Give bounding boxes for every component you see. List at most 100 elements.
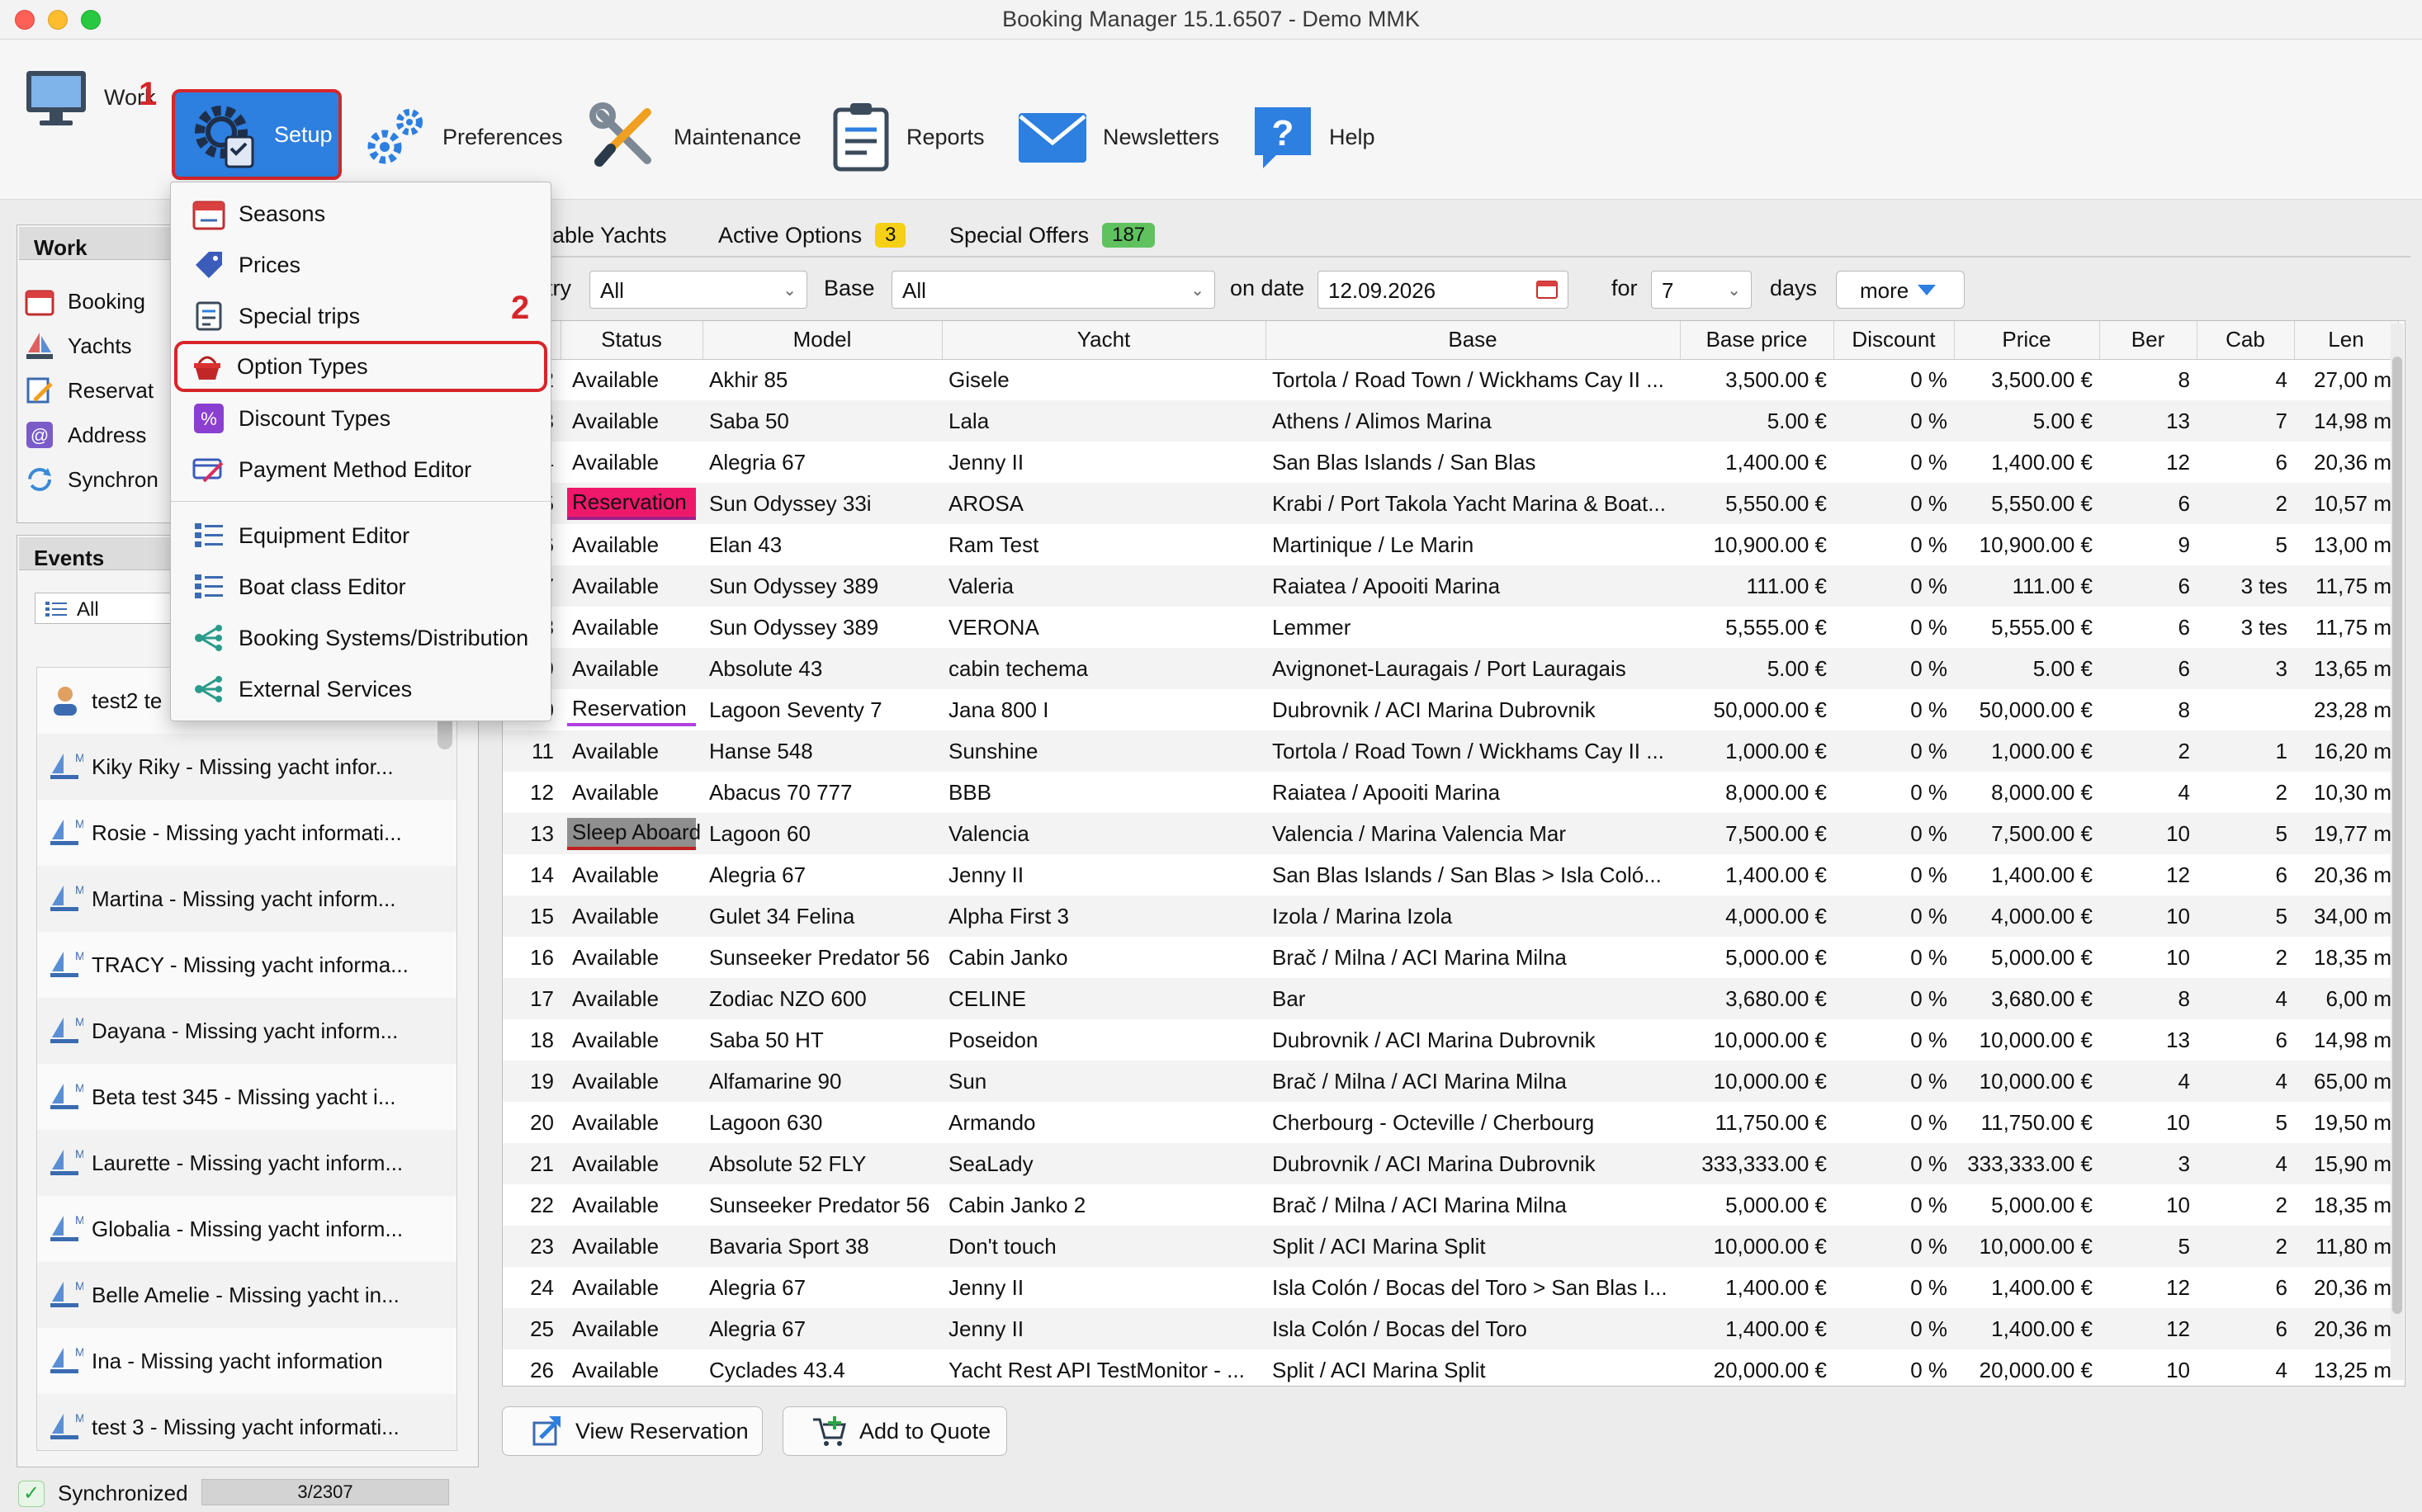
table-row[interactable]: 7AvailableSun Odyssey 389ValeriaRaiatea … [503,565,2398,607]
table-row[interactable]: 4AvailableAlegria 67Jenny IISan Blas Isl… [503,442,2398,483]
work-item-address[interactable]: @ Address [23,414,146,456]
event-item[interactable]: M TRACY - Missing yacht informa... [37,932,456,998]
toolbar-help-label: Help [1329,124,1375,149]
scrollbar-thumb[interactable] [2392,357,2402,1314]
table-row[interactable]: 26 Available Cyclades 43.4 Yacht Rest API T… [503,1349,2398,1386]
more-filters-button[interactable]: more [1836,271,1965,309]
menu-item-equipment-editor[interactable]: Equipment Editor [179,513,544,559]
view-reservation-button[interactable]: View Reservation [502,1406,763,1456]
event-item[interactable]: M Dayana - Missing yacht inform... [37,998,456,1064]
menu-item-booking-systems-distribution[interactable]: Booking Systems/Distribution [179,615,544,661]
table-row[interactable]: 25 Available Alegria 67 Jenny II Isla Colón … [503,1308,2398,1349]
column-header-length[interactable]: Len [2294,321,2399,360]
country-select[interactable]: All ⌄ [589,271,807,309]
menu-item-external-services[interactable]: External Services [179,666,544,712]
table-row[interactable]: 12 Available Abacus 70 777 BBB Raiatea / Apo… [503,772,2398,813]
table-row[interactable]: 22 Available Sunseeker Predator 56 Cabin Ja… [503,1184,2398,1226]
table-row[interactable]: 3AvailableSaba 50LalaAthens / Alimos Mar… [503,400,2398,442]
base-cell: Izola / Marina Izola [1265,895,1680,937]
events-filter-select[interactable]: All [35,593,175,624]
yachts-table[interactable]: Status Model Yacht Base Base price Disco… [502,320,2405,1387]
menu-item-seasons[interactable]: Seasons [179,191,544,237]
table-row[interactable]: 23 Available Bavaria Sport 38 Don't touch Sp… [503,1226,2398,1267]
status-value: Available [572,1068,660,1094]
cabins-cell: 7 [2197,400,2294,442]
status-value: Available [572,532,660,557]
days-select[interactable]: 7 ⌄ [1651,271,1752,309]
menu-item-payment-method-editor[interactable]: Payment Method Editor [179,447,544,493]
table-row[interactable]: 11 Available Hanse 548 Sunshine Tortola / Ro… [503,730,2398,772]
event-item[interactable]: M Rosie - Missing yacht informati... [37,800,456,866]
tab-active-options[interactable]: Active Options 3 [718,216,906,254]
berths-cell: 4 [2178,779,2190,805]
event-item[interactable]: M Beta test 345 - Missing yacht i... [37,1064,456,1130]
table-row[interactable]: 21 Available Absolute 52 FLY SeaLady Dubrovn… [503,1143,2398,1184]
menu-item-option-types[interactable]: Option Types [174,341,547,392]
model-cell: Alegria 67 [709,862,807,887]
table-row[interactable]: 18 Available Saba 50 HT Poseidon Dubrovnik /… [503,1019,2398,1061]
berths-cell: 2 [2099,730,2197,772]
column-header-base[interactable]: Base [1265,321,1681,360]
table-row[interactable]: 17 Available Zodiac NZO 600 CELINE Bar 3,680.… [503,978,2398,1019]
status-cell: Available [561,648,702,689]
add-to-quote-button[interactable]: Add to Quote [783,1406,1007,1456]
column-header-price[interactable]: Price [1954,321,2100,360]
column-header-base-price[interactable]: Base price [1680,321,1834,360]
column-header-yacht[interactable]: Yacht [942,321,1266,360]
event-item[interactable]: M Martina - Missing yacht inform... [37,866,456,932]
events-list[interactable]: test2 te M Kiky Riky - Missing yacht info… [36,667,457,1451]
menu-item-boat-class-editor[interactable]: Boat class Editor [179,564,544,610]
table-row[interactable]: 13 Sleep Aboard Lagoon 60 Valencia Valencia … [503,813,2398,854]
event-item[interactable]: M Belle Amelie - Missing yacht in... [37,1262,456,1328]
table-row[interactable]: 16 Available Sunseeker Predator 56 Cabin Ja… [503,937,2398,978]
toolbar-reports-button[interactable]: Reports [830,99,985,175]
model-cell: Hanse 548 [702,730,942,772]
event-item[interactable]: M Globalia - Missing yacht inform... [37,1196,456,1262]
toolbar-preferences-button[interactable]: Preferences [362,99,563,175]
work-item-booking[interactable]: Booking [23,281,145,322]
table-row[interactable]: 20 Available Lagoon 630 Armando Cherbourg - … [503,1102,2398,1143]
table-vertical-scrollbar[interactable] [2391,324,2404,1380]
column-header-status[interactable]: Status [561,321,703,360]
work-item-reservations[interactable]: Reservat [23,370,154,411]
calendar-picker-icon[interactable] [1536,278,1558,300]
table-row[interactable]: 19 Available Alfamarine 90 Sun Brač / Milna … [503,1061,2398,1102]
table-row[interactable]: 8AvailableSun Odyssey 389VERONALemmer5,5… [503,607,2398,648]
table-row[interactable]: 2AvailableAkhir 85GiseleTortola / Road T… [503,359,2398,400]
table-row[interactable]: 14 Available Alegria 67 Jenny II San Blas Is… [503,854,2398,895]
toolbar-maintenance-button[interactable]: Maintenance [589,99,802,175]
menu-item-prices[interactable]: Prices [179,242,544,288]
length-cell: 11,75 m [2315,614,2391,640]
table-row[interactable]: 15 Available Gulet 34 Felina Alpha First 3I… [503,895,2398,937]
work-item-synchronization[interactable]: Synchron [23,459,158,500]
table-row[interactable]: 9AvailableAbsolute 43cabin techemaAvigno… [503,648,2398,689]
base-price-cell: 10,000.00 € [1680,1226,1833,1267]
event-item[interactable]: M Kiky Riky - Missing yacht infor... [37,734,456,800]
table-row[interactable]: 6AvailableElan 43Ram TestMartinique / Le… [503,524,2398,565]
column-header-berths[interactable]: Ber [2099,321,2197,360]
base-price-cell: 333,333.00 € [1680,1143,1833,1184]
toolbar-help-button[interactable]: ? Help [1251,99,1375,175]
event-item[interactable]: M Laurette - Missing yacht inform... [37,1130,456,1196]
table-row[interactable]: 5ReservationSun Odyssey 33iAROSAKrabi / … [503,483,2398,524]
base-select[interactable]: All ⌄ [892,271,1215,309]
column-header-model[interactable]: Model [702,321,943,360]
date-input[interactable]: 12.09.2026 [1317,271,1568,309]
menu-item-special-trips[interactable]: Special trips [179,293,544,339]
menu-item-discount-types[interactable]: % Discount Types [179,395,544,442]
days-value: 7 [1662,278,1674,303]
event-label: Globalia - Missing yacht inform... [92,1216,404,1241]
event-item[interactable]: Mtest 3 - Missing yacht informati... [37,1394,456,1450]
column-header-discount[interactable]: Discount [1833,321,1955,360]
cabins-cell: 4 [2197,978,2294,1019]
column-header-cabins[interactable]: Cab [2197,321,2295,360]
status-cell: Available [561,607,702,648]
tab-special-offers[interactable]: Special Offers 187 [949,216,1156,254]
toolbar-setup-button[interactable]: Setup [172,89,342,180]
table-row[interactable]: 24 Available Alegria 67 Jenny II Isla Colón … [503,1267,2398,1308]
event-item[interactable]: M Ina - Missing yacht information [37,1328,456,1394]
toolbar-work-button[interactable]: Work [23,59,156,135]
work-item-yachts[interactable]: Yachts [23,325,132,366]
table-row[interactable]: 0ReservationLagoon Seventy 7Jana 800 IDu… [503,689,2398,730]
toolbar-newsletters-button[interactable]: Newsletters [1017,99,1219,175]
